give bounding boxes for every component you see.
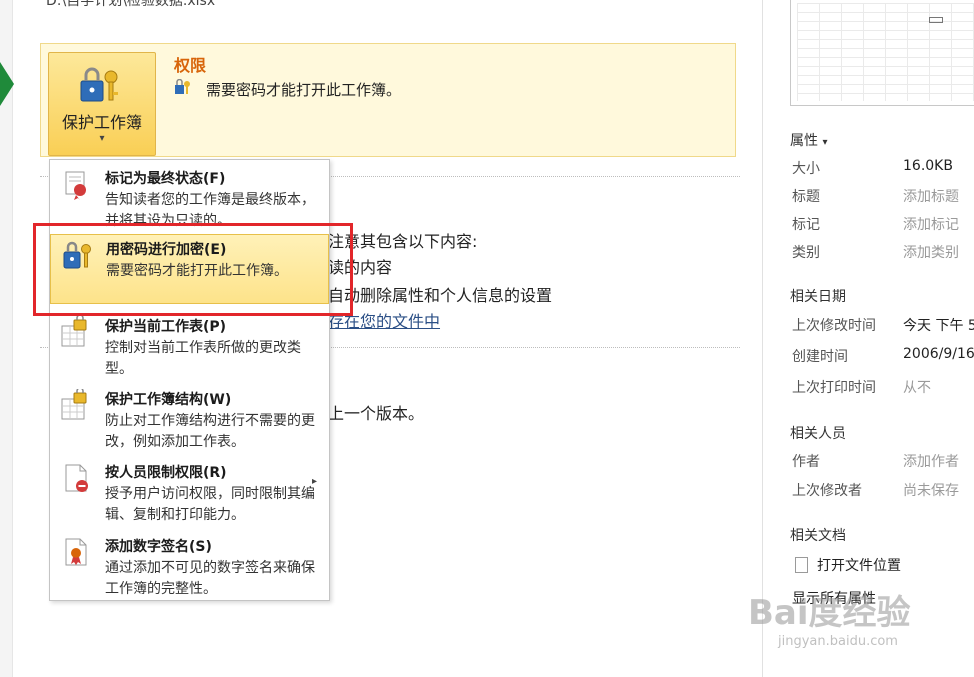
panel-divider bbox=[762, 0, 763, 677]
date-value: 从不 bbox=[903, 380, 931, 396]
date-value: 今天 下午 5 bbox=[903, 318, 974, 334]
menu-item-title: 保护当前工作表(P) bbox=[105, 319, 227, 335]
property-value-input[interactable]: 添加标题 bbox=[903, 186, 959, 206]
protect-workbook-button[interactable]: 保护工作簿 ▾ bbox=[48, 52, 156, 156]
mark-final-icon bbox=[65, 171, 86, 200]
property-value-input[interactable]: 添加标记 bbox=[903, 214, 959, 234]
menu-item-title: 保护工作簿结构(W) bbox=[105, 392, 232, 408]
menu-item-desc: 授予用户访问权限，同时限制其编辑、复制和打印能力。 bbox=[105, 486, 315, 523]
lock-key-icon bbox=[80, 67, 118, 102]
menu-item-digital-signature[interactable]: 添加数字签名(S) 通过添加不可见的数字签名来确保工作簿的完整性。 bbox=[50, 532, 329, 598]
highlight-annotation-box bbox=[33, 223, 353, 316]
chevron-down-icon: ▾ bbox=[99, 133, 105, 144]
last-modified-by-value: 尚未保存 bbox=[903, 483, 959, 499]
document-icon bbox=[795, 557, 808, 573]
author-input[interactable]: 添加作者 bbox=[903, 451, 959, 471]
properties-header-label: 属性 bbox=[790, 133, 818, 149]
menu-item-title: 添加数字签名(S) bbox=[105, 539, 212, 555]
baidu-watermark-url: jingyan.baidu.com bbox=[778, 634, 898, 649]
digital-signature-icon bbox=[65, 538, 87, 566]
menu-item-protect-sheet[interactable]: 保护当前工作表(P) 控制对当前工作表所做的更改类型。 bbox=[50, 312, 329, 378]
property-value-input[interactable]: 添加类别 bbox=[903, 242, 959, 262]
menu-item-desc: 通过添加不可见的数字签名来确保工作簿的完整性。 bbox=[105, 560, 315, 597]
permissions-title: 权限 bbox=[174, 56, 207, 75]
properties-header[interactable]: 属性 ▾ bbox=[790, 130, 827, 150]
date-label: 上次修改时间 bbox=[792, 318, 876, 334]
restrict-permission-icon bbox=[65, 464, 88, 492]
chevron-down-icon: ▾ bbox=[822, 137, 828, 148]
menu-item-mark-final[interactable]: 标记为最终状态(F) 告知读者您的工作簿是最终版本，并将其设为只读的。 bbox=[50, 164, 329, 230]
people-label: 上次修改者 bbox=[792, 483, 862, 499]
property-label: 大小 bbox=[792, 161, 820, 177]
permissions-description: 需要密码才能打开此工作簿。 bbox=[206, 81, 402, 99]
baidu-watermark: Bai度经验 bbox=[748, 593, 911, 633]
back-arrow-icon[interactable] bbox=[0, 62, 14, 106]
thumbnail-grid bbox=[797, 3, 974, 101]
related-docs-header: 相关文档 bbox=[790, 528, 846, 544]
menu-item-title: 标记为最终状态(F) bbox=[105, 171, 226, 187]
open-file-location-label: 打开文件位置 bbox=[817, 558, 901, 574]
file-path: D:\自学计划\检验数据.xlsx bbox=[46, 0, 216, 9]
date-label: 创建时间 bbox=[792, 349, 848, 365]
inspect-item: 自动删除属性和个人信息的设置 bbox=[328, 286, 553, 305]
menu-item-desc: 防止对工作簿结构进行不需要的更改，例如添加工作表。 bbox=[105, 413, 315, 450]
thumbnail-selected-cell bbox=[929, 17, 943, 23]
workbook-preview-thumbnail[interactable] bbox=[790, 0, 974, 106]
protect-workbook-label: 保护工作簿 bbox=[61, 113, 142, 132]
protect-sheet-icon bbox=[61, 316, 87, 347]
menu-item-title: 按人员限制权限(R) bbox=[105, 465, 227, 481]
property-label: 标记 bbox=[792, 217, 820, 233]
menu-item-restrict-permission[interactable]: 按人员限制权限(R) 授予用户访问权限，同时限制其编辑、复制和打印能力。 ▸ bbox=[50, 458, 329, 524]
property-label: 类别 bbox=[792, 245, 820, 261]
protect-structure-icon bbox=[61, 389, 87, 420]
menu-item-protect-structure[interactable]: 保护工作簿结构(W) 防止对工作簿结构进行不需要的更改，例如添加工作表。 bbox=[50, 385, 329, 451]
submenu-arrow-icon: ▸ bbox=[312, 476, 318, 487]
versions-text: 上一个版本。 bbox=[328, 404, 425, 423]
people-header: 相关人员 bbox=[790, 426, 846, 442]
property-label: 标题 bbox=[792, 189, 820, 205]
people-label: 作者 bbox=[792, 454, 820, 470]
menu-item-desc: 控制对当前工作表所做的更改类型。 bbox=[105, 340, 301, 377]
dates-header: 相关日期 bbox=[790, 289, 846, 305]
small-lock-icon bbox=[175, 79, 190, 94]
date-label: 上次打印时间 bbox=[792, 380, 876, 396]
date-value: 2006/9/16 bbox=[903, 346, 974, 362]
property-value: 16.0KB bbox=[903, 158, 953, 174]
